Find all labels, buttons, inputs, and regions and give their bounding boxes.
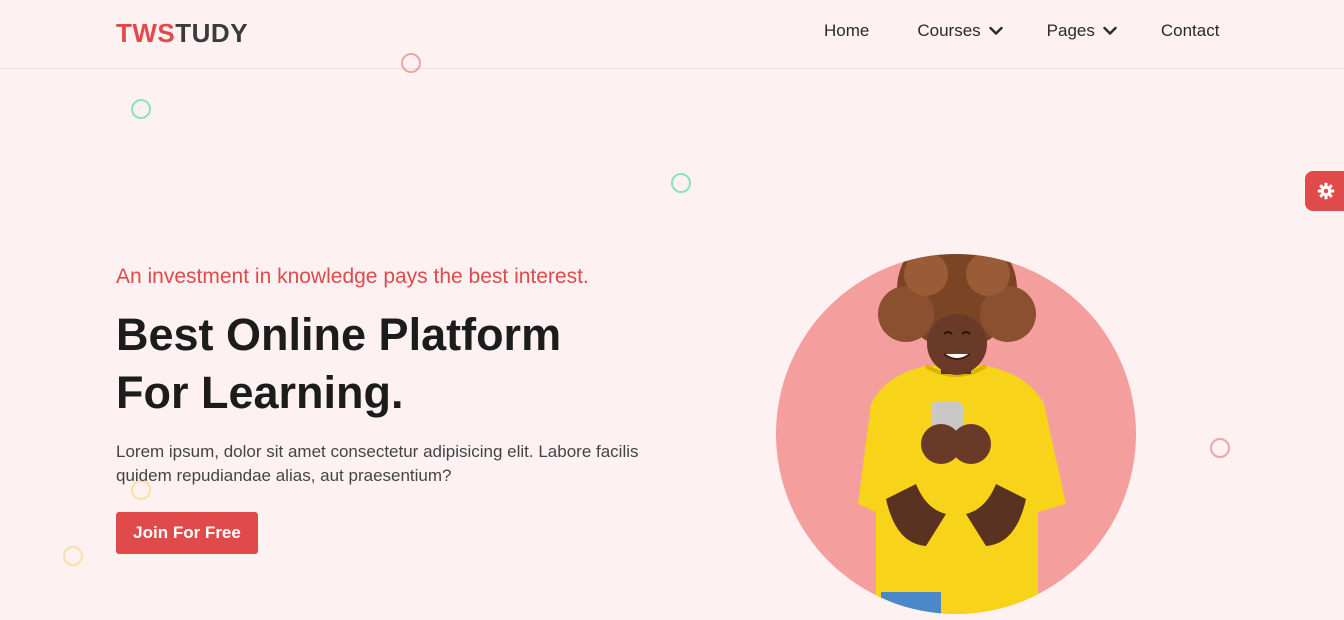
chevron-down-icon xyxy=(1103,26,1117,35)
student-with-phone-illustration xyxy=(858,254,1066,614)
hero-headline: Best Online Platform For Learning. xyxy=(116,306,676,422)
join-for-free-button[interactable]: Join For Free xyxy=(116,512,258,554)
hero-headline-line2: For Learning. xyxy=(116,367,404,418)
nav-home-label: Home xyxy=(824,21,870,40)
gear-icon xyxy=(1317,182,1335,200)
nav-courses-dropdown[interactable]: Courses xyxy=(917,21,1003,41)
nav-pages-label: Pages xyxy=(1046,21,1095,40)
hero-image xyxy=(776,254,1136,614)
brand-logo-part1: TWS xyxy=(116,18,176,48)
decorative-circle-green xyxy=(671,173,691,193)
nav-home-link[interactable]: Home xyxy=(824,21,869,41)
hero-tagline: An investment in knowledge pays the best… xyxy=(116,265,589,288)
brand-logo-part2: TUDY xyxy=(175,18,249,48)
nav-pages-dropdown[interactable]: Pages xyxy=(1047,21,1117,41)
chevron-down-icon xyxy=(988,26,1003,35)
main-nav: Home Courses Pages Contact xyxy=(824,21,1219,41)
decorative-circle-yellow xyxy=(63,546,83,566)
decorative-circle-pink xyxy=(1210,438,1230,458)
settings-toggle-button[interactable] xyxy=(1305,171,1344,211)
navbar: TWSTUDY Home Courses Pages Contact xyxy=(0,0,1344,69)
decorative-circle-pink xyxy=(401,53,421,73)
hero-headline-line1: Best Online Platform xyxy=(116,309,562,360)
hero-description: Lorem ipsum, dolor sit amet consectetur … xyxy=(116,442,639,485)
nav-contact-label: Contact xyxy=(1160,21,1220,40)
decorative-circle-green xyxy=(131,99,151,119)
nav-contact-link[interactable]: Contact xyxy=(1161,21,1220,41)
nav-courses-label: Courses xyxy=(917,21,981,40)
brand-logo[interactable]: TWSTUDY xyxy=(116,18,248,49)
